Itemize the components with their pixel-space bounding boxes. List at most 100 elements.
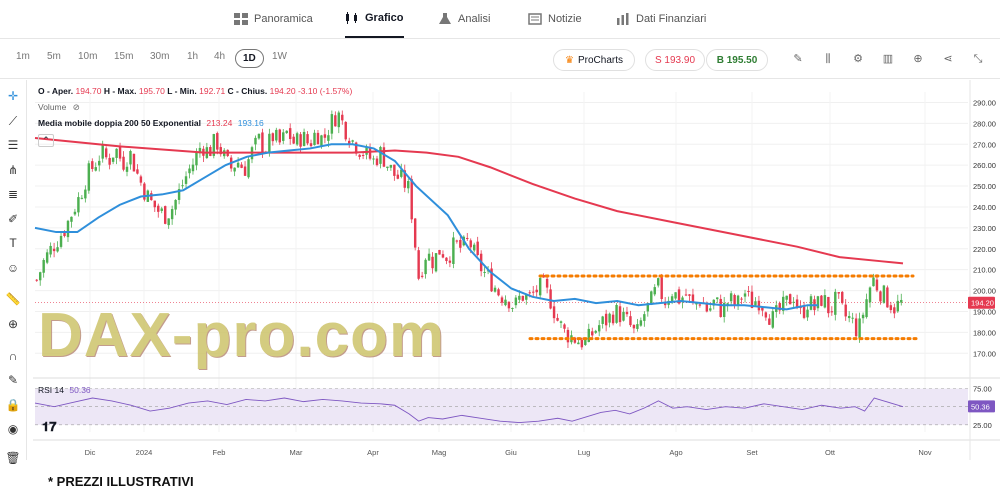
compare-icon[interactable]: ▥ xyxy=(882,53,894,65)
candle-body xyxy=(132,153,136,172)
draw-lock-icon[interactable]: ✎ xyxy=(5,372,21,388)
candle-body xyxy=(455,240,459,242)
candle-body xyxy=(868,287,872,303)
add-icon[interactable]: ⊕ xyxy=(912,53,924,65)
text-icon[interactable]: T xyxy=(5,235,21,251)
pencil-icon[interactable]: ✎ xyxy=(792,53,804,65)
timeframe-30m[interactable]: 30m xyxy=(150,51,169,62)
ruler-icon[interactable]: 📏 xyxy=(5,291,21,307)
ma-legend[interactable]: Media mobile doppia 200 50 Exponential 2… xyxy=(38,118,264,128)
zoom-icon[interactable]: ⊕ xyxy=(5,316,21,332)
candle-body xyxy=(139,176,143,183)
candle-body xyxy=(174,199,177,210)
rsi-legend: RSI 14 50.36 xyxy=(38,385,91,395)
tab-analisi[interactable]: Analisi xyxy=(438,0,490,38)
candle-body xyxy=(518,295,521,300)
emoji-icon[interactable]: ☺ xyxy=(5,260,21,276)
timeframe-1h[interactable]: 1h xyxy=(187,51,198,62)
timeframe-5m[interactable]: 5m xyxy=(47,51,61,62)
trash-icon[interactable]: 🗑 xyxy=(5,450,21,466)
sell-button[interactable]: S 193.90 xyxy=(645,49,705,71)
candle-body xyxy=(306,134,309,144)
candle-body xyxy=(834,291,837,315)
timeframe-10m[interactable]: 10m xyxy=(78,51,97,62)
candle-body xyxy=(278,129,281,143)
fullscreen-icon[interactable]: ⤡ xyxy=(972,53,984,65)
timeframe-15m[interactable]: 15m xyxy=(114,51,133,62)
candle-body xyxy=(170,209,174,220)
ma200-value: 213.24 xyxy=(206,118,233,128)
settings-icon[interactable]: ⚙ xyxy=(852,53,864,65)
tab-dati-finanziari[interactable]: Dati Finanziari xyxy=(616,0,706,38)
price-chart[interactable]: 290.00 280.00 270.00 260.00 250.00 240.00 230.… xyxy=(33,80,1000,460)
candle-body xyxy=(788,294,792,305)
collapse-legend-icon[interactable]: ⌃ xyxy=(38,134,54,147)
tab-grafico[interactable]: Grafico xyxy=(345,0,404,38)
price-tick-label: 270.00 xyxy=(973,140,996,149)
tab-label: Dati Finanziari xyxy=(636,13,707,25)
candle-body xyxy=(191,164,195,172)
candle-body xyxy=(497,289,500,296)
footer-note: * PREZZI ILLUSTRATIVI xyxy=(48,474,194,489)
fib-icon[interactable]: ≣ xyxy=(5,186,21,202)
candle-body xyxy=(122,156,125,170)
candle-body xyxy=(504,299,507,306)
timeframe-4h[interactable]: 4h xyxy=(214,51,225,62)
candle-body xyxy=(389,164,393,168)
tab-label: Analisi xyxy=(458,13,491,25)
candle-body xyxy=(285,130,288,134)
candle-body xyxy=(729,293,733,302)
rsi-value: 50.36 xyxy=(69,385,91,395)
pitchfork-icon[interactable]: ⋔ xyxy=(5,162,21,178)
eye-icon[interactable]: ◉ xyxy=(5,421,21,437)
brush-icon[interactable]: ✐ xyxy=(5,211,21,227)
candle-body xyxy=(698,304,702,306)
tab-label: Panoramica xyxy=(254,13,313,25)
horizontal-lines-icon[interactable]: ☰ xyxy=(5,137,21,153)
time-tick-label: 2024 xyxy=(136,448,153,457)
candle-body xyxy=(413,218,417,248)
timeframe-1d[interactable]: 1D xyxy=(235,49,264,68)
timeframe-1m[interactable]: 1m xyxy=(16,51,30,62)
volume-legend[interactable]: Volume ⊘ xyxy=(38,102,80,113)
candle-body xyxy=(313,132,316,146)
candle-body xyxy=(577,342,580,345)
candle-body xyxy=(295,133,299,145)
crosshair-icon[interactable]: ✛ xyxy=(5,88,21,104)
buy-button[interactable]: B 195.50 xyxy=(706,49,768,71)
magnet-icon[interactable]: ∩ xyxy=(5,348,21,364)
candle-body xyxy=(896,300,900,312)
procharts-button[interactable]: ♛ ProCharts xyxy=(553,49,635,71)
candle-body xyxy=(886,287,889,308)
candle-body xyxy=(292,136,295,144)
eye-off-icon[interactable]: ⊘ xyxy=(73,102,80,112)
indicators-icon[interactable]: ⫼ xyxy=(822,53,834,65)
candle-body xyxy=(743,293,747,297)
trendline-icon[interactable]: ⟋ xyxy=(5,113,21,129)
lock-icon[interactable]: 🔒 xyxy=(5,397,21,413)
candle-body xyxy=(299,134,302,147)
flask-icon xyxy=(439,13,451,24)
candle-body xyxy=(643,314,646,321)
candle-body xyxy=(792,301,795,303)
candle-body xyxy=(337,112,341,128)
candle-body xyxy=(309,143,313,147)
candle-body xyxy=(341,114,344,121)
candle-body xyxy=(684,294,688,296)
tab-notizie[interactable]: Notizie xyxy=(528,0,582,38)
candle-body xyxy=(591,331,594,336)
candle-body xyxy=(854,318,858,337)
ma200-line xyxy=(34,136,904,265)
ohlc-high-label: H - Max. xyxy=(103,86,137,96)
share-icon[interactable]: ⋖ xyxy=(942,53,954,65)
candle-body xyxy=(469,240,472,248)
candle-body xyxy=(52,248,56,252)
tab-panoramica[interactable]: Panoramica xyxy=(234,0,313,38)
time-tick-label: Ago xyxy=(669,448,682,457)
candle-body xyxy=(45,252,49,263)
candle-body xyxy=(157,205,160,212)
candle-body xyxy=(282,132,285,141)
time-tick-label: Lug xyxy=(578,448,591,457)
candle-body xyxy=(493,287,497,292)
timeframe-1w[interactable]: 1W xyxy=(272,51,287,62)
